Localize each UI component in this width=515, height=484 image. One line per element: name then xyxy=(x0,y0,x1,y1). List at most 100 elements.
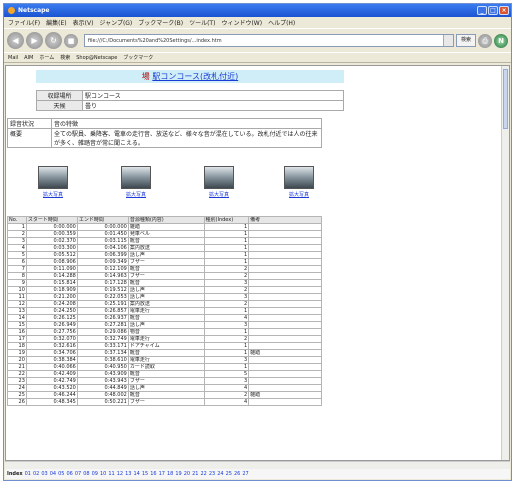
cell-no: 10 xyxy=(7,286,27,294)
cell-end: 0:00.000 xyxy=(76,223,129,231)
menu-item[interactable]: 表示(V) xyxy=(73,18,94,27)
bookmark-item[interactable]: Mail xyxy=(8,55,18,61)
index-link[interactable]: 01 xyxy=(25,471,31,477)
vertical-scrollbar[interactable] xyxy=(501,66,509,460)
index-link[interactable]: 10 xyxy=(100,471,106,477)
minimize-button[interactable]: _ xyxy=(477,6,487,15)
station-photo[interactable] xyxy=(38,166,68,189)
title-bar: Netscape _ □ × xyxy=(4,4,511,17)
menu-item[interactable]: ヘルプ(H) xyxy=(268,18,295,27)
menu-item[interactable]: ウィンドウ(W) xyxy=(221,18,262,27)
close-button[interactable]: × xyxy=(499,6,509,15)
index-link[interactable]: 24 xyxy=(217,471,223,477)
menu-item[interactable]: 編集(E) xyxy=(46,18,66,27)
index-link[interactable]: 21 xyxy=(192,471,198,477)
cell-notes xyxy=(248,384,322,392)
photo-caption-link[interactable]: 拡大写真 xyxy=(204,191,234,198)
cell-end: 0:38.610 xyxy=(76,356,129,364)
forward-button[interactable]: ▶ xyxy=(26,32,43,49)
scroll-thumb[interactable] xyxy=(503,69,508,129)
table-row: 19 0:34.706 0:37.134 靴音 1 雑踏 xyxy=(7,349,322,357)
menu-item[interactable]: ジャンプ(G) xyxy=(99,18,132,27)
page-title-prefix: 場 xyxy=(141,72,150,81)
index-link[interactable]: 22 xyxy=(201,471,207,477)
cell-source: 靴音 xyxy=(127,370,205,378)
photo-caption-link[interactable]: 拡大写真 xyxy=(121,191,151,198)
photo-caption-link[interactable]: 拡大写真 xyxy=(284,191,314,198)
reload-button[interactable]: ↻ xyxy=(45,32,62,49)
index-link[interactable]: 19 xyxy=(175,471,181,477)
cell-start: 0:46.244 xyxy=(25,391,78,399)
index-link[interactable]: 06 xyxy=(67,471,73,477)
index-link[interactable]: 02 xyxy=(33,471,39,477)
menu-item[interactable]: ブックマーク(B) xyxy=(138,18,183,27)
index-link[interactable]: 07 xyxy=(75,471,81,477)
cell-source: 靴音 xyxy=(127,349,205,357)
index-link[interactable]: 11 xyxy=(108,471,114,477)
index-link[interactable]: 18 xyxy=(167,471,173,477)
cell-notes xyxy=(248,335,322,343)
photo-thumb[interactable]: 拡大写真 xyxy=(204,166,234,198)
maximize-button[interactable]: □ xyxy=(488,6,498,15)
bookmark-item[interactable]: Shop@Netscape xyxy=(76,55,117,61)
bookmark-item[interactable]: AIM xyxy=(24,55,33,61)
menu-item[interactable]: ファイル(F) xyxy=(8,18,40,27)
url-field[interactable]: file:///C:/Documents%20and%20Settings/..… xyxy=(84,34,454,47)
photo-thumb[interactable]: 拡大写真 xyxy=(284,166,314,198)
cell-start: 0:42.409 xyxy=(25,370,78,378)
cell-notes xyxy=(248,258,322,266)
cell-source: ブザー xyxy=(127,258,205,266)
cell-start: 0:32.070 xyxy=(25,335,78,343)
col-header-source: 音源種類(内容) xyxy=(127,216,205,224)
page-title-link[interactable]: 駅コンコース(改札付近) xyxy=(152,72,238,81)
cell-start: 0:05.512 xyxy=(25,251,78,259)
index-link[interactable]: 14 xyxy=(134,471,140,477)
index-link[interactable]: 09 xyxy=(92,471,98,477)
index-link[interactable]: 13 xyxy=(125,471,131,477)
cell-type: 3 xyxy=(203,356,250,364)
cell-start: 0:02.370 xyxy=(25,237,78,245)
cell-notes xyxy=(248,356,322,364)
cell-no: 8 xyxy=(7,272,27,280)
station-photo[interactable] xyxy=(284,166,314,189)
photo-caption-link[interactable]: 拡大写真 xyxy=(38,191,68,198)
index-link[interactable]: 25 xyxy=(226,471,232,477)
menu-item[interactable]: ツール(T) xyxy=(189,18,215,27)
table-header-row: No. スタート時間 エンド時間 音源種類(内容) 種別(Index) 備考 xyxy=(7,216,322,224)
station-photo[interactable] xyxy=(204,166,234,189)
cell-end: 0:26.857 xyxy=(76,307,129,315)
back-button[interactable]: ◀ xyxy=(7,32,24,49)
index-link[interactable]: 27 xyxy=(242,471,248,477)
horizontal-scrollbar[interactable] xyxy=(5,461,510,469)
index-link[interactable]: 08 xyxy=(83,471,89,477)
bookmark-item[interactable]: ブックマーク xyxy=(123,54,153,61)
index-link[interactable]: 26 xyxy=(234,471,240,477)
url-dropdown-icon[interactable] xyxy=(442,35,453,46)
index-link[interactable]: 03 xyxy=(41,471,47,477)
index-link[interactable]: 15 xyxy=(142,471,148,477)
search-button[interactable]: 検索 xyxy=(455,34,476,47)
bookmark-item[interactable]: ホーム xyxy=(39,54,54,61)
index-link[interactable]: 04 xyxy=(50,471,56,477)
cell-start: 0:48.345 xyxy=(25,398,78,406)
stop-button[interactable]: ■ xyxy=(64,33,78,48)
window-title: Netscape xyxy=(18,7,50,14)
cell-no: 17 xyxy=(7,335,27,343)
bookmark-item[interactable]: 検索 xyxy=(60,54,70,61)
station-photo[interactable] xyxy=(121,166,151,189)
photo-thumb[interactable]: 拡大写真 xyxy=(121,166,151,198)
table-row: 17 0:32.070 0:32.749 電車走行 2 xyxy=(7,335,322,343)
index-link[interactable]: 12 xyxy=(117,471,123,477)
index-link[interactable]: 23 xyxy=(209,471,215,477)
cell-source: 靴音 xyxy=(127,314,205,322)
index-link[interactable]: 16 xyxy=(150,471,156,477)
photo-thumb[interactable]: 拡大写真 xyxy=(38,166,68,198)
cell-start: 0:15.814 xyxy=(25,279,78,287)
table-row: 9 0:15.814 0:17.128 靴音 3 xyxy=(7,279,322,287)
index-link[interactable]: 17 xyxy=(159,471,165,477)
print-button[interactable]: ⎙ xyxy=(478,33,492,48)
index-link[interactable]: 05 xyxy=(58,471,64,477)
cell-source: 靴音 xyxy=(127,237,205,245)
index-link[interactable]: 20 xyxy=(184,471,190,477)
netscape-icon xyxy=(8,7,15,14)
